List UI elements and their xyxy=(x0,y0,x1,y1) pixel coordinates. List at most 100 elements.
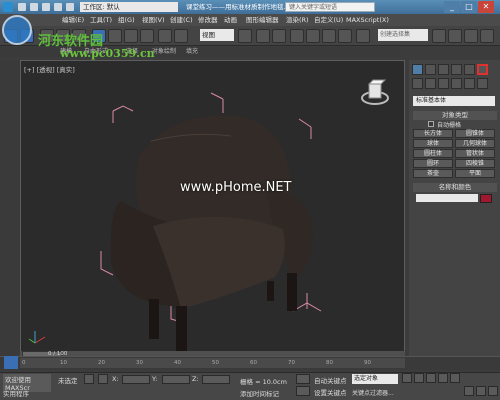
y-coord-field[interactable] xyxy=(162,375,190,384)
app-logo-icon[interactable] xyxy=(3,2,13,12)
auto-key-button[interactable]: 自动关键点 xyxy=(314,375,347,385)
y-coord-label: Y: xyxy=(152,375,158,383)
play-icon[interactable] xyxy=(426,373,436,383)
add-time-tag-button[interactable]: 添加时间标记 xyxy=(240,388,279,398)
lights-icon[interactable] xyxy=(438,78,449,89)
named-selection-dropdown[interactable]: 创建选择集 xyxy=(378,29,428,41)
mirror-icon[interactable] xyxy=(432,29,446,43)
goto-start-icon[interactable] xyxy=(402,373,412,383)
set-key-button[interactable]: 设置关键点 xyxy=(314,387,347,397)
mini-listener-icon[interactable] xyxy=(4,356,18,369)
teapot-button[interactable]: 茶壶 xyxy=(413,169,453,178)
geosphere-button[interactable]: 几何球体 xyxy=(455,139,495,148)
sphere-button[interactable]: 球体 xyxy=(413,139,453,148)
tick-20: 20 xyxy=(98,360,105,366)
maximize-button[interactable]: □ xyxy=(461,1,477,13)
menu-tools[interactable]: 工具(T) xyxy=(90,14,112,26)
menu-maxscript[interactable]: MAXScript(X) xyxy=(346,14,389,26)
tube-button[interactable]: 管状体 xyxy=(455,149,495,158)
ribbon-tab-object-paint[interactable]: 对象绘制 xyxy=(152,47,176,57)
search-input[interactable]: 键入关键字或短语 xyxy=(285,2,375,12)
orbit-icon[interactable] xyxy=(488,386,498,396)
utilities-tab-icon[interactable] xyxy=(477,64,488,75)
zoom-icon[interactable] xyxy=(464,386,474,396)
cameras-icon[interactable] xyxy=(451,78,462,89)
hierarchy-tab-icon[interactable] xyxy=(438,64,449,75)
minimize-button[interactable]: _ xyxy=(444,1,460,13)
select-manipulate-icon[interactable] xyxy=(256,29,270,43)
save-file-icon[interactable] xyxy=(42,3,50,11)
prev-frame-icon[interactable] xyxy=(414,373,424,383)
select-by-name-icon[interactable] xyxy=(108,29,122,43)
modify-tab-icon[interactable] xyxy=(425,64,436,75)
layer-manager-icon[interactable] xyxy=(464,29,478,43)
workspace-dropdown[interactable]: 工作区: 默认 xyxy=(80,2,178,12)
z-coord-label: Z: xyxy=(192,375,199,383)
object-type-rollout[interactable]: 对象类型 xyxy=(413,111,497,120)
x-coord-label: X: xyxy=(112,375,119,383)
menu-group[interactable]: 组(G) xyxy=(118,14,135,26)
menu-graph-editors[interactable]: 图形编辑器 xyxy=(246,14,279,26)
move-icon[interactable] xyxy=(158,29,172,43)
viewport-label[interactable]: [+] [透视] [真实] xyxy=(24,64,75,74)
perspective-viewport[interactable] xyxy=(20,60,405,356)
spacewarps-icon[interactable] xyxy=(477,78,488,89)
display-tab-icon[interactable] xyxy=(464,64,475,75)
helpers-icon[interactable] xyxy=(464,78,475,89)
motion-tab-icon[interactable] xyxy=(451,64,462,75)
menu-animation[interactable]: 动画 xyxy=(224,14,237,26)
edit-named-selection-icon[interactable] xyxy=(356,29,370,43)
selected-object-dropdown[interactable]: 选定对象 xyxy=(352,374,398,384)
name-color-rollout[interactable]: 名称和颜色 xyxy=(413,183,497,192)
torus-button[interactable]: 圆环 xyxy=(413,159,453,168)
angle-snap-icon[interactable] xyxy=(306,29,320,43)
close-button[interactable]: ✕ xyxy=(478,1,494,13)
object-color-swatch[interactable] xyxy=(480,194,492,203)
keyboard-shortcut-icon[interactable] xyxy=(272,29,286,43)
box-button[interactable]: 长方体 xyxy=(413,129,453,138)
create-tab-icon[interactable] xyxy=(412,64,423,75)
pivot-center-icon[interactable] xyxy=(238,29,252,43)
redo-icon[interactable] xyxy=(66,3,74,11)
plane-button[interactable]: 平面 xyxy=(455,169,495,178)
geometry-icon[interactable] xyxy=(412,78,423,89)
autogrid-checkbox[interactable] xyxy=(428,121,434,127)
set-key-icon[interactable] xyxy=(296,386,310,396)
cylinder-button[interactable]: 圆柱体 xyxy=(413,149,453,158)
z-coord-field[interactable] xyxy=(202,375,230,384)
tick-80: 80 xyxy=(326,360,333,366)
category-dropdown[interactable]: 标准基本体 xyxy=(413,96,495,106)
key-filters-button[interactable]: 关键点过滤器... xyxy=(352,388,394,397)
shapes-icon[interactable] xyxy=(425,78,436,89)
menu-customize[interactable]: 自定义(U) xyxy=(314,14,343,26)
percent-snap-icon[interactable] xyxy=(322,29,336,43)
next-frame-icon[interactable] xyxy=(438,373,448,383)
menu-create[interactable]: 创建(C) xyxy=(170,14,193,26)
window-crossing-icon[interactable] xyxy=(140,29,154,43)
new-file-icon[interactable] xyxy=(18,3,26,11)
open-file-icon[interactable] xyxy=(30,3,38,11)
undo-icon[interactable] xyxy=(54,3,62,11)
menu-rendering[interactable]: 渲染(R) xyxy=(286,14,309,26)
cone-button[interactable]: 圆锥体 xyxy=(455,129,495,138)
pyramid-button[interactable]: 四棱锥 xyxy=(455,159,495,168)
align-icon[interactable] xyxy=(448,29,462,43)
snap-toggle-icon[interactable] xyxy=(290,29,304,43)
rotate-icon[interactable] xyxy=(174,29,188,43)
reference-coord-dropdown[interactable]: 视图 xyxy=(200,29,234,41)
key-icon[interactable] xyxy=(296,374,310,384)
goto-end-icon[interactable] xyxy=(450,373,460,383)
absolute-mode-icon[interactable] xyxy=(98,374,108,384)
menu-modifiers[interactable]: 修改器 xyxy=(198,14,218,26)
lock-selection-icon[interactable] xyxy=(84,374,94,384)
object-name-field[interactable] xyxy=(416,194,478,202)
x-coord-field[interactable] xyxy=(122,375,150,384)
rect-selection-icon[interactable] xyxy=(124,29,138,43)
menu-edit[interactable]: 编辑(E) xyxy=(62,14,84,26)
ribbon-tab-populate[interactable]: 填充 xyxy=(186,47,198,57)
pan-icon[interactable] xyxy=(476,386,486,396)
spinner-snap-icon[interactable] xyxy=(338,29,352,43)
menu-views[interactable]: 视图(V) xyxy=(142,14,165,26)
viewcube-icon[interactable] xyxy=(360,78,390,108)
render-setup-icon[interactable] xyxy=(480,29,494,43)
